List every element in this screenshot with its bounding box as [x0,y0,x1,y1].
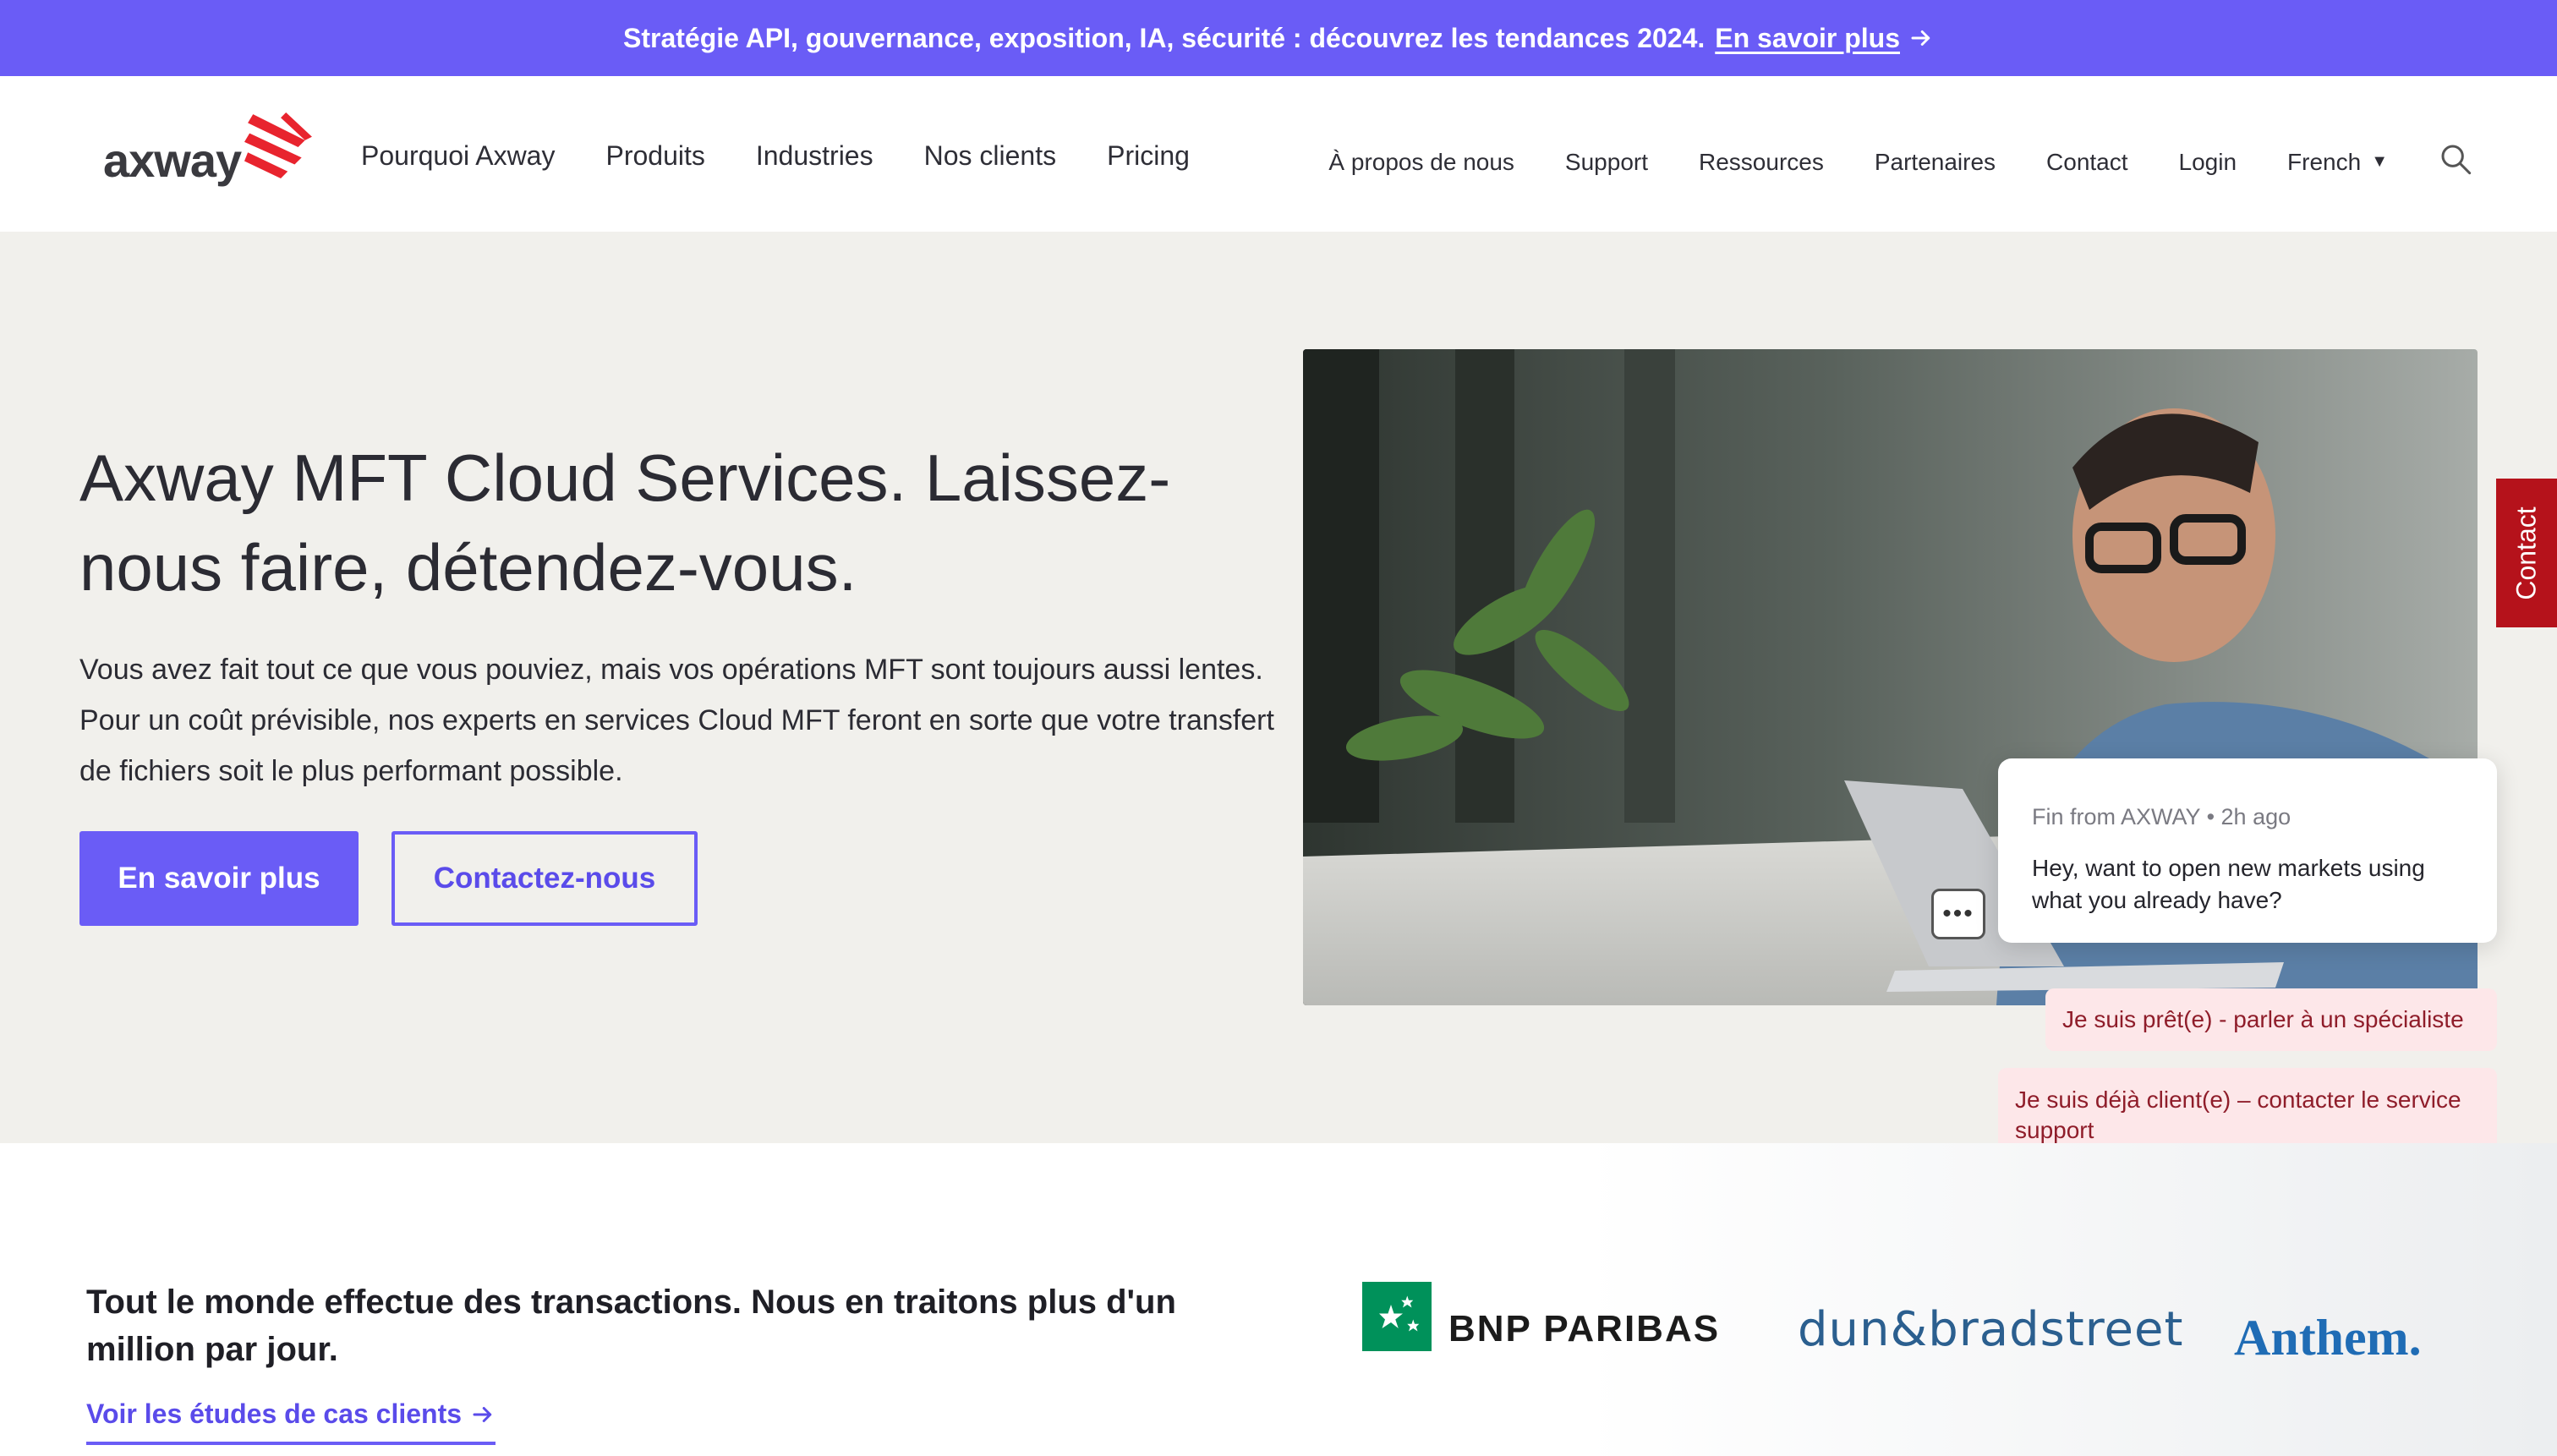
chat-separator: • [2206,804,2221,829]
secondary-nav: À propos de nous Support Ressources Part… [1328,142,2472,182]
arrow-right-icon [1911,30,1930,46]
language-label: French [2287,148,2362,175]
chat-message-text: Hey, want to open new markets using what… [2032,855,2425,913]
case-studies-link-label[interactable]: Voir les études de cas clients [86,1399,462,1430]
clients-title: Tout le monde effectue des transactions.… [86,1284,1176,1368]
clients-section: Tout le monde effectue des transactions.… [0,1143,2557,1456]
chat-message-card[interactable]: Fin from AXWAY • 2h ago Hey, want to ope… [1998,758,2497,943]
nav-login[interactable]: Login [2179,149,2237,176]
axway-logo[interactable]: axway [103,110,314,188]
learn-more-button[interactable]: En savoir plus [79,831,359,926]
search-button[interactable] [2439,142,2472,182]
side-contact-tab[interactable]: Contact [2496,479,2557,627]
chat-reply-specialist[interactable]: Je suis prêt(e) - parler à un spécialist… [2045,988,2497,1051]
logo-arrow-icon [244,112,313,178]
nav-industries[interactable]: Industries [756,140,873,172]
caret-down-icon: ▼ [2371,152,2388,171]
anthem-logo: Anthem. [2234,1310,2422,1366]
logo-wordmark: axway [103,134,242,187]
arrow-right-icon [473,1406,492,1422]
language-selector[interactable]: French ▼ [2287,149,2388,176]
side-contact-label: Contact [2510,506,2542,600]
chat-sender-name: Fin from AXWAY [2032,804,2201,829]
announcement-text: Stratégie API, gouvernance, exposition, … [623,22,1706,53]
search-icon [2441,145,2472,175]
site-header: axway Pourquoi Axway Produits Industries… [0,76,2557,232]
bnp-paribas-logo: BNP PARIBAS [1362,1282,1720,1351]
contact-us-button[interactable]: Contactez-nous [391,831,698,926]
chat-time: 2h ago [2220,804,2291,829]
announcement-link[interactable]: En savoir plus [1715,23,1934,54]
primary-nav: Pourquoi Axway Produits Industries Nos c… [361,140,1190,172]
nav-partenaires[interactable]: Partenaires [1875,149,1996,176]
nav-ressources[interactable]: Ressources [1699,149,1824,176]
dun-bradstreet-logo: dun&bradstreet [1798,1302,2184,1357]
nav-pourquoi-axway[interactable]: Pourquoi Axway [361,140,555,172]
chat-sender: Fin from AXWAY • 2h ago [2032,804,2463,830]
hero-title: Axway MFT Cloud Services. Laissez-nous f… [79,441,1171,605]
nav-contact[interactable]: Contact [2046,149,2128,176]
bnp-paribas-wordmark: BNP PARIBAS [1448,1308,1721,1349]
nav-nos-clients[interactable]: Nos clients [924,140,1057,172]
nav-support[interactable]: Support [1565,149,1648,176]
case-studies-link[interactable]: Voir les études de cas clients [86,1399,496,1445]
announcement-link-label[interactable]: En savoir plus [1715,23,1900,54]
announcement-bar: Stratégie API, gouvernance, exposition, … [0,0,2557,76]
chat-bubble-icon: ••• [1931,889,1985,939]
bnp-stars-icon [1362,1282,1432,1351]
nav-produits[interactable]: Produits [605,140,704,172]
hero-description: Vous avez fait tout ce que vous pouviez,… [79,654,1274,787]
nav-pricing[interactable]: Pricing [1107,140,1190,172]
nav-a-propos[interactable]: À propos de nous [1328,149,1514,176]
